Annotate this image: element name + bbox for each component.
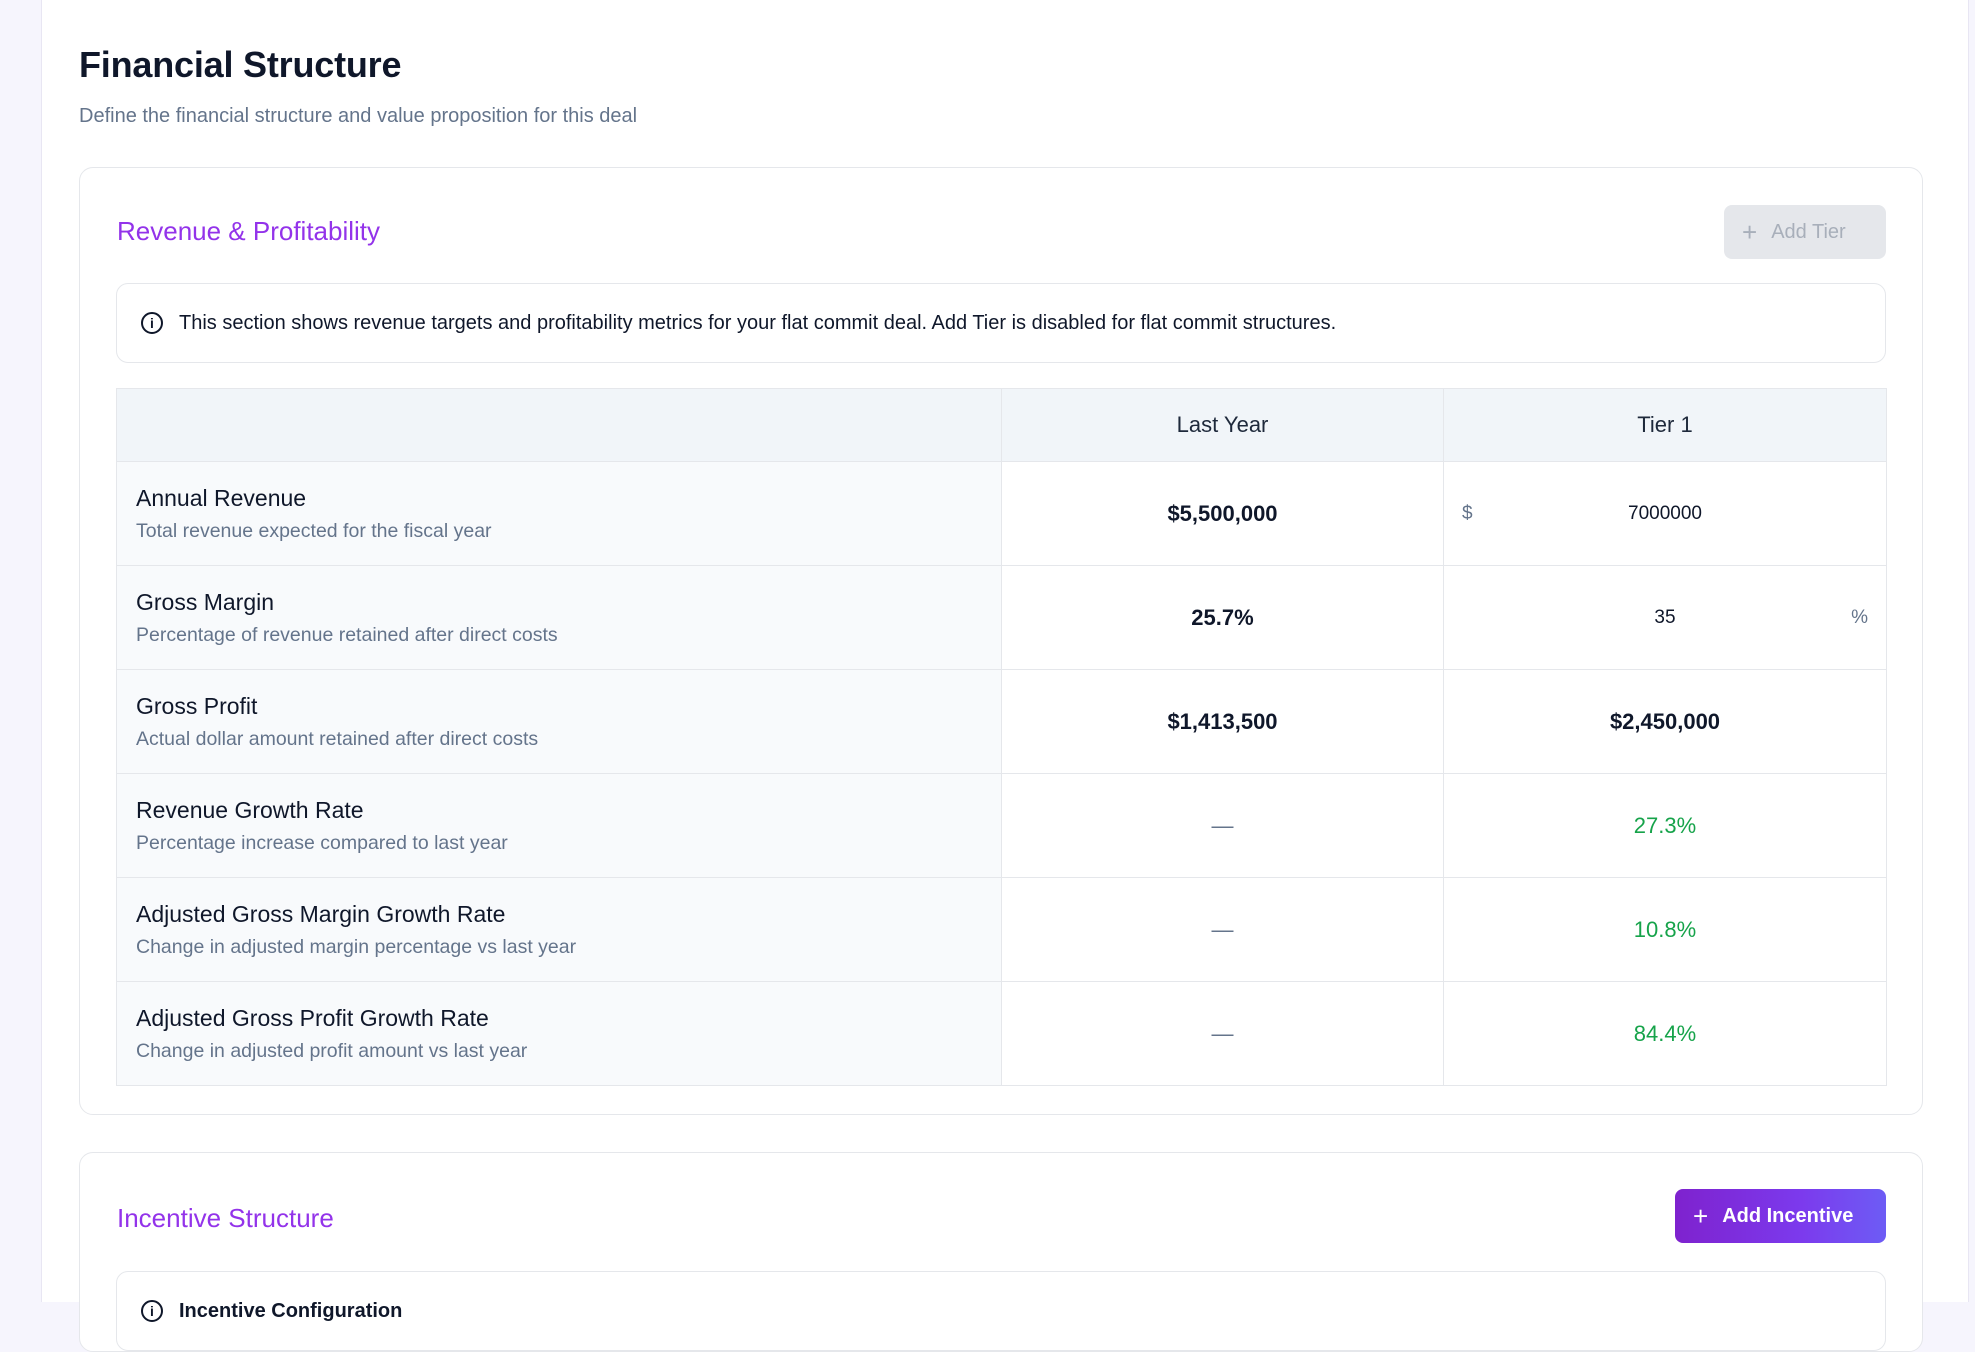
metrics-table: Last Year Tier 1 Annual Revenue Total re… [116,388,1887,1086]
incentive-section-title: Incentive Structure [117,1203,334,1233]
incentive-structure-card: Incentive Structure + Add Incentive i In… [79,1152,1923,1352]
column-header-tier-1: Tier 1 [1443,388,1887,462]
metric-description: Total revenue expected for the fiscal ye… [136,519,492,542]
metric-name: Revenue Growth Rate [136,796,364,823]
metric-label-cell: Gross Margin Percentage of revenue retai… [116,565,1002,670]
metric-description: Percentage increase compared to last yea… [136,831,508,854]
revenue-info-text: This section shows revenue targets and p… [179,311,1337,334]
last-year-value: $5,500,000 [1001,461,1444,566]
tier-1-growth-value: 84.4% [1443,981,1887,1086]
plus-icon: + [1742,217,1758,247]
metric-label-cell: Annual Revenue Total revenue expected fo… [116,461,1002,566]
metric-name: Gross Margin [136,588,275,615]
metric-description: Change in adjusted profit amount vs last… [136,1039,528,1062]
table-row-adjusted-gross-margin-growth-rate: Adjusted Gross Margin Growth Rate Change… [116,877,1887,982]
page-panel: Financial Structure Define the financial… [41,0,1969,1352]
table-header-row: Last Year Tier 1 [116,388,1887,462]
revenue-info-box: i This section shows revenue targets and… [116,283,1886,363]
tier-1-growth-value: 10.8% [1443,877,1887,982]
tier-1-annual-revenue-cell: $ [1443,461,1887,566]
metric-label-cell: Adjusted Gross Profit Growth Rate Change… [116,981,1002,1086]
column-header-last-year: Last Year [1001,388,1444,462]
table-row-gross-profit: Gross Profit Actual dollar amount retain… [116,669,1887,774]
table-row-gross-margin: Gross Margin Percentage of revenue retai… [116,565,1887,670]
add-incentive-button[interactable]: + Add Incentive [1675,1189,1886,1243]
metric-description: Actual dollar amount retained after dire… [136,727,539,750]
tier-1-gross-margin-cell: % [1443,565,1887,670]
add-tier-label: Add Tier [1771,220,1846,243]
last-year-value: — [1001,773,1444,878]
metric-label-cell: Gross Profit Actual dollar amount retain… [116,669,1002,774]
incentive-info-box: i Incentive Configuration [116,1271,1886,1351]
table-row-annual-revenue: Annual Revenue Total revenue expected fo… [116,461,1887,566]
metric-description: Change in adjusted margin percentage vs … [136,935,577,958]
plus-icon: + [1693,1201,1709,1231]
page-title: Financial Structure [79,44,402,85]
last-year-value: — [1001,981,1444,1086]
table-row-revenue-growth-rate: Revenue Growth Rate Percentage increase … [116,773,1887,878]
metric-description: Percentage of revenue retained after dir… [136,623,558,646]
percent-suffix: % [1851,606,1868,628]
tier-1-growth-value: 27.3% [1443,773,1887,878]
metric-name: Annual Revenue [136,484,307,511]
tier-1-annual-revenue-input[interactable] [1484,491,1846,536]
tier-1-gross-margin-input[interactable] [1484,595,1846,640]
tier-1-value: $2,450,000 [1443,669,1887,774]
currency-prefix: $ [1462,502,1473,524]
last-year-value: $1,413,500 [1001,669,1444,774]
info-circle-icon: i [141,312,163,334]
metric-name: Adjusted Gross Margin Growth Rate [136,900,506,927]
column-header-metric [116,388,1002,462]
add-tier-button[interactable]: + Add Tier [1724,205,1886,259]
table-row-adjusted-gross-profit-growth-rate: Adjusted Gross Profit Growth Rate Change… [116,981,1887,1086]
add-incentive-label: Add Incentive [1722,1204,1854,1227]
last-year-value: — [1001,877,1444,982]
metric-name: Gross Profit [136,692,258,719]
revenue-profitability-card: Revenue & Profitability + Add Tier i Thi… [79,167,1923,1115]
last-year-value: 25.7% [1001,565,1444,670]
revenue-section-title: Revenue & Profitability [117,216,381,246]
metric-label-cell: Adjusted Gross Margin Growth Rate Change… [116,877,1002,982]
metric-name: Adjusted Gross Profit Growth Rate [136,1004,489,1031]
page-subtitle: Define the financial structure and value… [79,105,638,127]
incentive-info-text: Incentive Configuration [179,1299,403,1322]
metric-label-cell: Revenue Growth Rate Percentage increase … [116,773,1002,878]
info-circle-icon: i [141,1300,163,1322]
